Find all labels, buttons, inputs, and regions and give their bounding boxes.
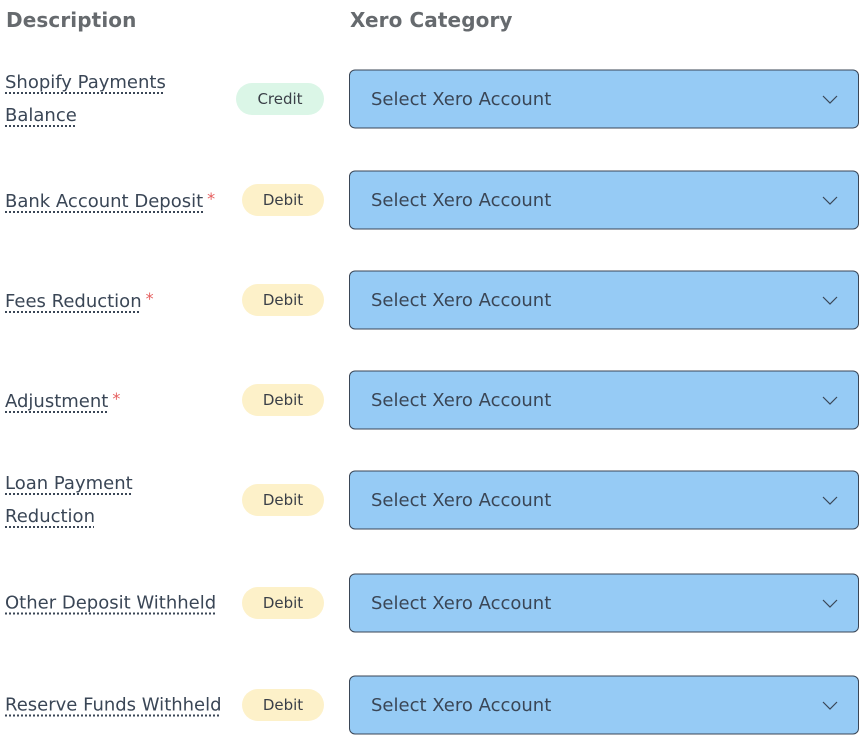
xero-category-column-header: Xero Category	[350, 8, 513, 32]
mapping-row: Adjustment * Debit Select Xero Account	[0, 368, 866, 432]
mapping-row: Shopify Payments Balance Credit Select X…	[0, 67, 866, 131]
required-asterisk: *	[145, 289, 154, 308]
chevron-down-icon	[822, 396, 838, 405]
required-asterisk: *	[112, 389, 121, 408]
required-asterisk: *	[207, 189, 216, 208]
description-label[interactable]: Reserve Funds Withheld	[5, 689, 225, 722]
description-text[interactable]: Loan Payment Reduction	[5, 473, 133, 527]
description-text[interactable]: Fees Reduction	[5, 291, 142, 312]
description-text[interactable]: Bank Account Deposit	[5, 191, 203, 212]
mapping-row: Fees Reduction * Debit Select Xero Accoun…	[0, 268, 866, 332]
credit-badge: Credit	[236, 83, 324, 115]
xero-account-select[interactable]: Select Xero Account	[349, 69, 859, 129]
debit-badge: Debit	[242, 284, 324, 316]
description-text[interactable]: Other Deposit Withheld	[5, 593, 216, 614]
select-value: Select Xero Account	[371, 189, 552, 211]
xero-account-select[interactable]: Select Xero Account	[349, 573, 859, 633]
chevron-down-icon	[822, 599, 838, 608]
mapping-row: Bank Account Deposit * Debit Select Xero …	[0, 168, 866, 232]
mapping-row: Reserve Funds Withheld Debit Select Xero…	[0, 673, 866, 737]
debit-badge: Debit	[242, 587, 324, 619]
chevron-down-icon	[822, 701, 838, 710]
description-text[interactable]: Adjustment	[5, 391, 108, 412]
xero-account-select[interactable]: Select Xero Account	[349, 170, 859, 230]
description-label[interactable]: Fees Reduction *	[5, 282, 225, 318]
select-value: Select Xero Account	[371, 592, 552, 614]
description-text[interactable]: Reserve Funds Withheld	[5, 695, 222, 716]
select-value: Select Xero Account	[371, 694, 552, 716]
select-value: Select Xero Account	[371, 389, 552, 411]
description-label[interactable]: Adjustment *	[5, 382, 225, 418]
description-label[interactable]: Loan Payment Reduction	[5, 467, 225, 533]
xero-account-select[interactable]: Select Xero Account	[349, 370, 859, 430]
xero-account-select[interactable]: Select Xero Account	[349, 270, 859, 330]
chevron-down-icon	[822, 496, 838, 505]
debit-badge: Debit	[242, 484, 324, 516]
description-label[interactable]: Bank Account Deposit *	[5, 182, 225, 218]
debit-badge: Debit	[242, 384, 324, 416]
xero-account-select[interactable]: Select Xero Account	[349, 675, 859, 735]
description-label[interactable]: Shopify Payments Balance	[5, 66, 225, 132]
chevron-down-icon	[822, 95, 838, 104]
chevron-down-icon	[822, 296, 838, 305]
mapping-row: Loan Payment Reduction Debit Select Xero…	[0, 468, 866, 532]
xero-account-select[interactable]: Select Xero Account	[349, 470, 859, 530]
debit-badge: Debit	[242, 689, 324, 721]
description-label[interactable]: Other Deposit Withheld	[5, 587, 225, 620]
description-column-header: Description	[6, 8, 137, 32]
table-header: Description Xero Category	[0, 0, 866, 50]
debit-badge: Debit	[242, 184, 324, 216]
description-text[interactable]: Shopify Payments Balance	[5, 72, 166, 126]
select-value: Select Xero Account	[371, 289, 552, 311]
chevron-down-icon	[822, 196, 838, 205]
select-value: Select Xero Account	[371, 88, 552, 110]
select-value: Select Xero Account	[371, 489, 552, 511]
mapping-row: Other Deposit Withheld Debit Select Xero…	[0, 571, 866, 635]
